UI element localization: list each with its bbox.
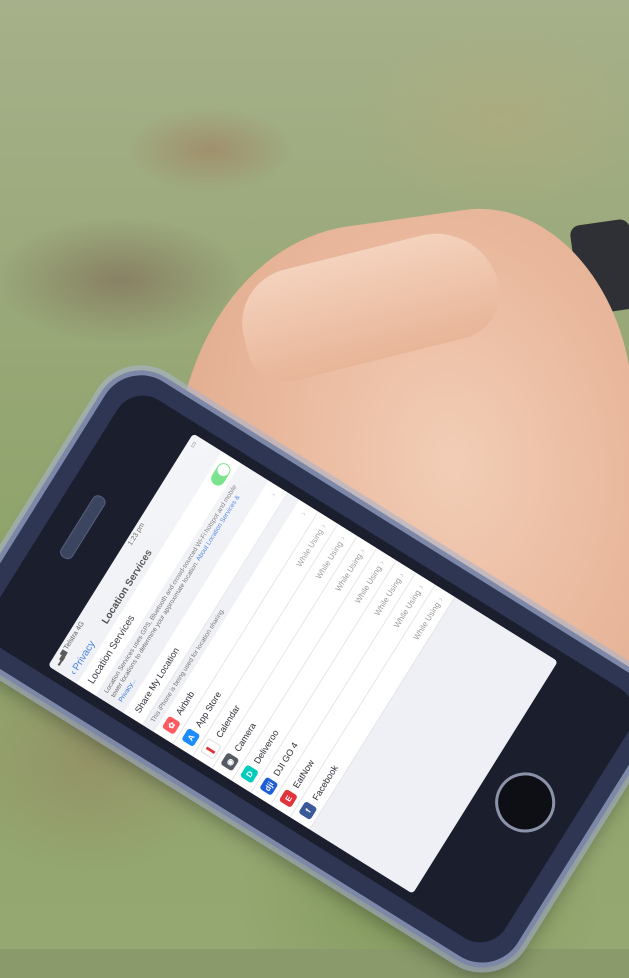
deliveroo-icon: D (239, 764, 260, 784)
app-store-icon: A (181, 727, 201, 748)
network-type: 4G (75, 620, 86, 633)
camera-icon: ◉ (220, 752, 240, 772)
facebook-icon: f (298, 801, 318, 821)
battery-icon: ▭ (189, 440, 199, 450)
iphone: ▂▄▆ Telstra 4G 1:23 pm ▭ ‹ Privacy Locat… (0, 359, 629, 978)
signal-icon: ▂▄▆ (53, 649, 69, 667)
dji-icon: dji (259, 776, 279, 796)
eatnow-icon: E (278, 788, 299, 809)
airbnb-icon: ✿ (161, 715, 182, 736)
